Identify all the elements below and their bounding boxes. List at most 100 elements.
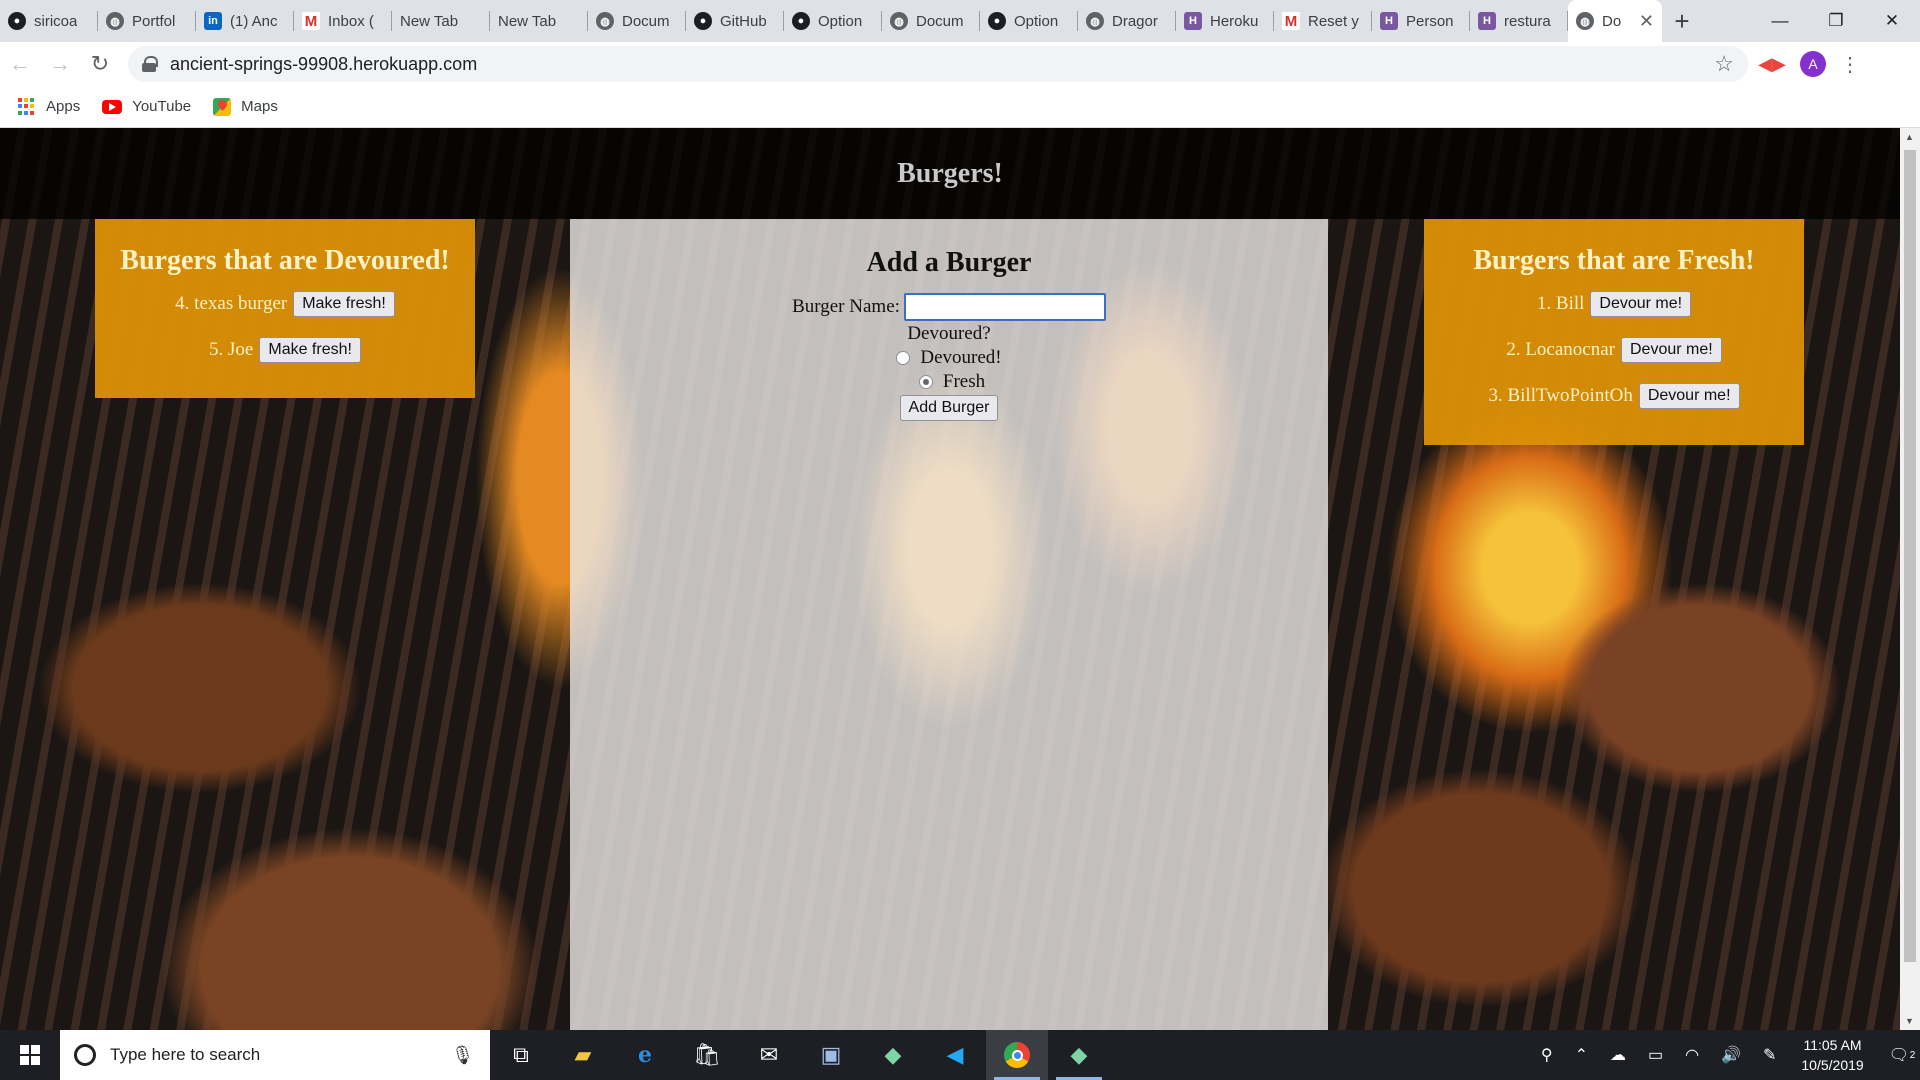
bookmark-maps[interactable]: Maps [213,97,278,116]
cortana-icon [74,1044,96,1066]
onedrive-icon[interactable]: ☁ [1610,1045,1626,1065]
start-button[interactable] [0,1030,60,1080]
tab[interactable]: ◍ Portfol [98,0,196,42]
devour-button[interactable]: Devour me! [1638,383,1740,409]
tab[interactable]: M Inbox ( [294,0,392,42]
forward-button[interactable]: → [40,44,80,84]
option-fresh-label: Fresh [942,371,986,392]
heroku-icon: H [1478,12,1496,30]
gitkraken-icon[interactable]: ◆ [1048,1030,1110,1080]
burger-name: 1. Bill [1536,293,1585,314]
devoured-heading: Burgers that are Devoured! [120,245,450,276]
tab-label: siricoa [34,12,78,30]
make-fresh-button[interactable]: Make fresh! [259,337,361,363]
chevron-up-icon[interactable]: ⌃ [1575,1045,1588,1065]
burger-name: 5. Joe [209,339,254,360]
devour-button[interactable]: Devour me! [1620,337,1722,363]
reload-button[interactable]: ↻ [80,44,120,84]
tab[interactable]: New Tab [392,0,490,42]
wifi-icon[interactable]: ◠ [1685,1045,1699,1065]
fresh-panel: Burgers that are Fresh! 1. Bill Devour me… [1424,219,1804,445]
close-icon[interactable]: ✕ [1639,11,1654,32]
github-icon: ● [792,12,810,30]
tab[interactable]: ● Option [784,0,882,42]
make-fresh-button[interactable]: Make fresh! [293,291,395,317]
tab[interactable]: ◍ Docum [882,0,980,42]
option-fresh-row: Fresh [570,371,1328,393]
tab[interactable]: ● Option [980,0,1078,42]
microphone-icon[interactable]: 🎙 [451,1045,474,1066]
bookmark-youtube[interactable]: YouTube [102,98,191,115]
tab[interactable]: M Reset y [1274,0,1372,42]
gmail-icon: M [302,12,320,30]
devoured-radio[interactable] [896,351,911,365]
devour-button[interactable]: Devour me! [1590,291,1692,317]
edge-icon[interactable]: e [614,1030,676,1080]
github-icon: ● [8,12,26,30]
restore-button[interactable]: ❐ [1808,0,1864,42]
scrollbar-thumb[interactable] [1904,150,1916,962]
browser-menu-icon[interactable]: ⋮ [1832,52,1868,77]
apps-icon [18,97,36,116]
add-burger-panel: Add a Burger Burger Name: Devoured? Devo… [570,219,1328,1030]
visual-studio-icon[interactable]: ▣ [800,1030,862,1080]
tab[interactable]: ◍ Dragor [1078,0,1176,42]
fresh-radio[interactable] [918,375,933,389]
page-scrollbar[interactable]: ▲ ▼ [1900,128,1920,1030]
address-bar[interactable]: ancient-springs-99908.herokuapp.com ☆ [128,46,1748,82]
clock-date: 10/5/2019 [1801,1057,1864,1073]
tab[interactable]: Hrestura [1470,0,1568,42]
profile-avatar[interactable]: A [1800,51,1826,77]
store-icon[interactable]: 🛍 [676,1030,738,1080]
tab-label: Portfol [132,12,176,30]
people-icon[interactable]: ⚲ [1541,1045,1553,1065]
lock-icon[interactable] [142,56,158,72]
burger-item: 1. Bill Devour me! [1424,291,1804,317]
globe-icon: ◍ [1086,12,1104,30]
file-explorer-icon[interactable]: ▰ [552,1030,614,1080]
url-text: ancient-springs-99908.herokuapp.com [170,53,478,74]
mail-icon[interactable]: ✉ [738,1030,800,1080]
taskbar: Type here to search 🎙 ⧉ ▰ e 🛍 ✉ ▣ ◆ ◀ ◆ … [0,1030,1920,1080]
burger-name-input[interactable] [903,293,1106,321]
add-burger-button[interactable]: Add Burger [899,395,999,421]
vscode-icon[interactable]: ◀ [924,1030,986,1080]
taskbar-search[interactable]: Type here to search 🎙 [60,1030,490,1080]
burger-item: 2. Locanocnar Devour me! [1424,337,1804,363]
gitkraken-icon[interactable]: ◆ [862,1030,924,1080]
burger-name: 2. Locanocnar [1506,339,1615,360]
task-view-icon[interactable]: ⧉ [490,1030,552,1080]
minimize-button[interactable]: — [1752,0,1808,42]
tab[interactable]: ● GitHub [686,0,784,42]
tab-active[interactable]: ◍ Do ✕ [1568,0,1662,42]
clock[interactable]: 11:05 AM 10/5/2019 [1801,1035,1863,1075]
tab[interactable]: New Tab [490,0,588,42]
tab[interactable]: in (1) Anc [196,0,294,42]
fresh-list: 1. Bill Devour me! 2. Locanocnar Devour me!… [1424,291,1804,409]
tab[interactable]: H Person [1372,0,1470,42]
tab-list: ● siricoa ◍ Portfol in (1) Anc M Inbox (New Tab… [0,0,1568,42]
volume-icon[interactable]: 🔊 [1721,1045,1741,1065]
option-devoured-label: Devoured! [920,347,1002,368]
burger-name-label: Burger Name: [792,296,900,317]
battery-icon[interactable]: ▭ [1648,1045,1663,1065]
option-devoured-row: Devoured! [570,347,1328,369]
new-tab-button[interactable]: + [1662,0,1702,42]
window-close-button[interactable]: ✕ [1864,0,1920,42]
scroll-up-icon[interactable]: ▲ [1905,132,1914,142]
tab[interactable]: ◍ Docum [588,0,686,42]
bookmark-apps[interactable]: Apps [18,97,80,116]
tab[interactable]: H Heroku [1176,0,1274,42]
clock-time: 11:05 AM [1803,1037,1862,1053]
extension-icon[interactable]: ◀▶ [1754,46,1790,82]
tab[interactable]: ● siricoa [0,0,98,42]
pen-icon[interactable]: ✎ [1763,1045,1776,1065]
fresh-heading: Burgers that are Fresh! [1473,245,1755,276]
notifications-icon[interactable]: 🗨 2 [1889,1045,1916,1065]
bookmark-star-icon[interactable]: ☆ [1714,51,1734,77]
back-button[interactable]: ← [0,44,40,84]
add-burger-heading: Add a Burger [866,247,1032,278]
chrome-icon[interactable] [986,1030,1048,1080]
system-tray: ⚲ ⌃ ☁ ▭ ◠ 🔊 ✎ 11:05 AM 10/5/2019 🗨 2 [1530,1035,1920,1075]
scroll-down-icon[interactable]: ▼ [1905,1016,1914,1026]
